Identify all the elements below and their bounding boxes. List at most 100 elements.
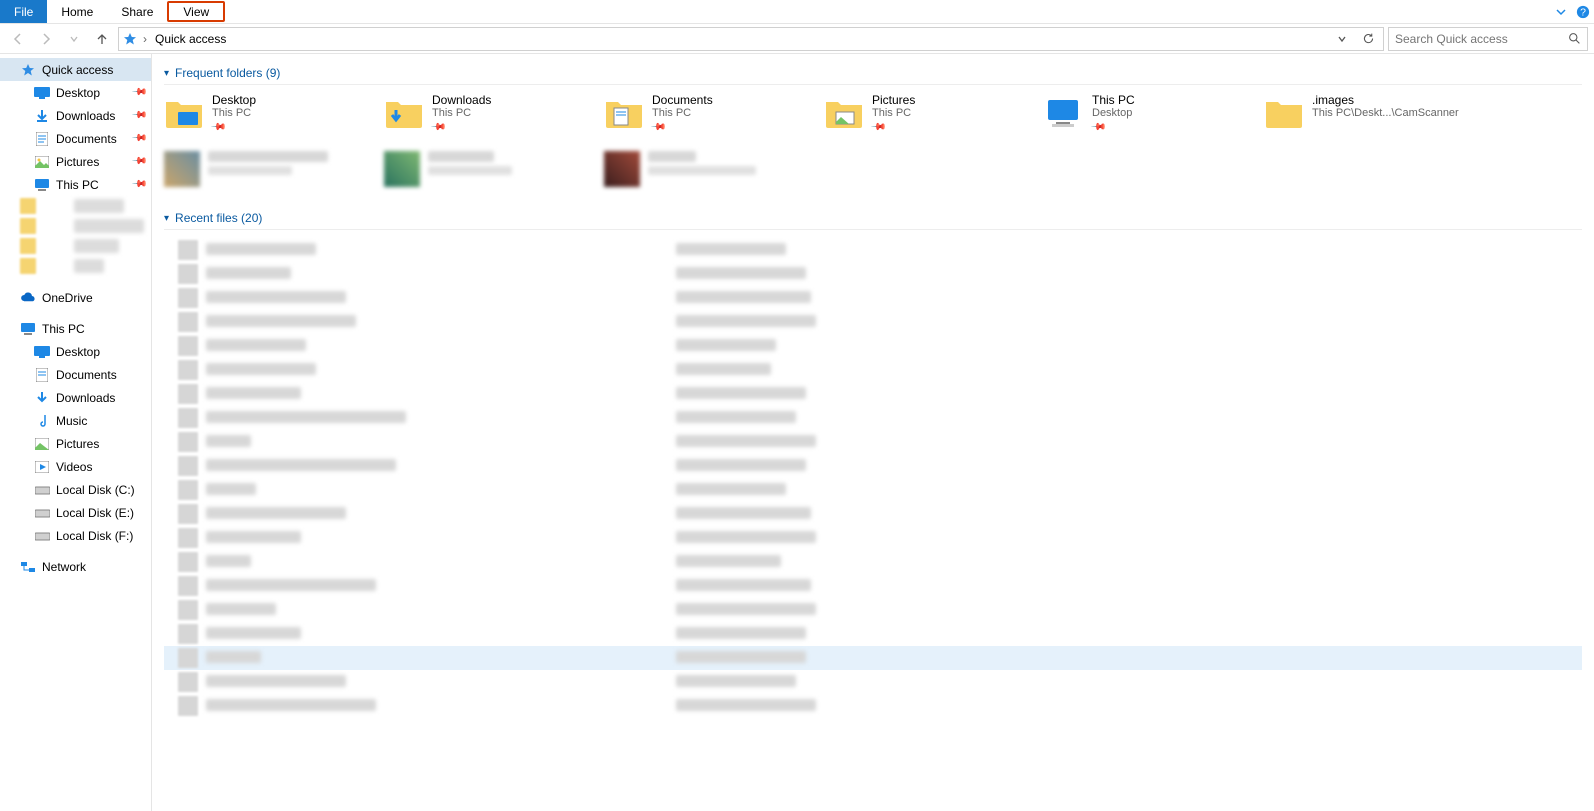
- file-name-redacted: [206, 387, 676, 402]
- pin-icon: 📌: [650, 119, 667, 136]
- folder-sub: This PC: [872, 107, 915, 119]
- file-icon: [178, 288, 198, 308]
- sidebar-item-videos[interactable]: Videos: [0, 455, 151, 478]
- refresh-icon[interactable]: [1357, 32, 1379, 45]
- frequent-folder-redacted[interactable]: [384, 151, 604, 187]
- recent-file-row[interactable]: [164, 310, 1582, 334]
- quick-access-star-icon: [123, 32, 137, 46]
- frequent-folder-redacted[interactable]: [604, 151, 824, 187]
- sidebar-item-downloads[interactable]: Downloads 📌: [0, 104, 151, 127]
- sidebar-item-redacted[interactable]: [0, 236, 151, 256]
- file-icon: [178, 576, 198, 596]
- sidebar-item-this-pc-pinned[interactable]: This PC 📌: [0, 173, 151, 196]
- recent-file-row[interactable]: [164, 694, 1582, 718]
- sidebar-item-redacted[interactable]: [0, 256, 151, 276]
- file-location-redacted: [676, 267, 806, 282]
- sidebar-item-desktop[interactable]: Desktop 📌: [0, 81, 151, 104]
- documents-icon: [34, 131, 50, 147]
- sidebar-item-disk-c[interactable]: Local Disk (C:): [0, 478, 151, 501]
- onedrive-icon: [20, 290, 36, 306]
- sidebar-item-documents[interactable]: Documents: [0, 363, 151, 386]
- sidebar-item-pictures[interactable]: Pictures 📌: [0, 150, 151, 173]
- forward-button[interactable]: [34, 27, 58, 51]
- file-name-redacted: [206, 411, 676, 426]
- folder-pictures-icon: [824, 93, 864, 133]
- recent-file-row[interactable]: [164, 526, 1582, 550]
- tab-share[interactable]: Share: [107, 0, 167, 23]
- sidebar-item-disk-f[interactable]: Local Disk (F:): [0, 524, 151, 547]
- section-frequent-folders[interactable]: ▾ Frequent folders (9): [164, 60, 1582, 85]
- sidebar-item-label: Music: [56, 414, 87, 428]
- recent-file-row[interactable]: [164, 286, 1582, 310]
- sidebar-item-pictures[interactable]: Pictures: [0, 432, 151, 455]
- file-name-redacted: [206, 435, 676, 450]
- file-location-redacted: [676, 435, 816, 450]
- tab-view[interactable]: View: [167, 1, 225, 22]
- recent-file-row[interactable]: [164, 358, 1582, 382]
- up-button[interactable]: [90, 27, 114, 51]
- content-pane: ▾ Frequent folders (9) DesktopThis PC📌 D…: [152, 54, 1594, 811]
- file-name-redacted: [206, 291, 676, 306]
- recent-file-row[interactable]: [164, 238, 1582, 262]
- search-input[interactable]: [1395, 32, 1568, 46]
- recent-file-row[interactable]: [164, 550, 1582, 574]
- recent-file-row[interactable]: [164, 670, 1582, 694]
- file-name-redacted: [206, 339, 676, 354]
- file-location-redacted: [676, 411, 796, 426]
- recent-file-row[interactable]: [164, 262, 1582, 286]
- recent-file-row[interactable]: [164, 502, 1582, 526]
- recent-file-row[interactable]: [164, 334, 1582, 358]
- sidebar-network[interactable]: Network: [0, 555, 151, 578]
- ribbon-collapse-icon[interactable]: [1550, 0, 1572, 23]
- tab-home[interactable]: Home: [47, 0, 107, 23]
- back-button[interactable]: [6, 27, 30, 51]
- recent-file-row[interactable]: [164, 478, 1582, 502]
- file-icon: [178, 456, 198, 476]
- address-bar[interactable]: › Quick access: [118, 27, 1384, 51]
- pin-icon: 📌: [130, 84, 147, 101]
- file-name-redacted: [206, 555, 676, 570]
- sidebar-quick-access[interactable]: Quick access: [0, 58, 151, 81]
- recent-locations-dropdown[interactable]: [62, 27, 86, 51]
- recent-file-row[interactable]: [164, 622, 1582, 646]
- frequent-folder-redacted[interactable]: [164, 151, 384, 187]
- sidebar-item-music[interactable]: Music: [0, 409, 151, 432]
- file-icon: [178, 240, 198, 260]
- section-recent-files[interactable]: ▾ Recent files (20): [164, 205, 1582, 230]
- sidebar-item-disk-e[interactable]: Local Disk (E:): [0, 501, 151, 524]
- recent-file-row[interactable]: [164, 454, 1582, 478]
- tab-file[interactable]: File: [0, 0, 47, 23]
- address-dropdown-icon[interactable]: [1331, 34, 1353, 44]
- this-pc-icon: [20, 321, 36, 337]
- sidebar-onedrive[interactable]: OneDrive: [0, 286, 151, 309]
- sidebar-item-desktop[interactable]: Desktop: [0, 340, 151, 363]
- sidebar-item-redacted[interactable]: [0, 196, 151, 216]
- sidebar-item-documents[interactable]: Documents 📌: [0, 127, 151, 150]
- frequent-folder-images[interactable]: .imagesThis PC\Deskt...\CamScanner: [1264, 93, 1484, 141]
- file-location-redacted: [676, 339, 776, 354]
- pictures-icon: [34, 154, 50, 170]
- sidebar-item-label: Pictures: [56, 437, 99, 451]
- help-icon[interactable]: ?: [1572, 0, 1594, 23]
- breadcrumb-location[interactable]: Quick access: [153, 32, 228, 46]
- frequent-folder-this-pc[interactable]: This PCDesktop📌: [1044, 93, 1264, 141]
- sidebar-this-pc[interactable]: This PC: [0, 317, 151, 340]
- sidebar-item-redacted[interactable]: [0, 216, 151, 236]
- frequent-folder-pictures[interactable]: PicturesThis PC📌: [824, 93, 1044, 141]
- recent-file-row[interactable]: [164, 406, 1582, 430]
- recent-file-row[interactable]: [164, 382, 1582, 406]
- search-box[interactable]: [1388, 27, 1588, 51]
- sidebar-item-downloads[interactable]: Downloads: [0, 386, 151, 409]
- frequent-folder-documents[interactable]: DocumentsThis PC📌: [604, 93, 824, 141]
- recent-file-row[interactable]: [164, 646, 1582, 670]
- sidebar-item-label: Local Disk (E:): [56, 506, 134, 520]
- search-icon[interactable]: [1568, 32, 1581, 45]
- recent-file-row[interactable]: [164, 430, 1582, 454]
- frequent-folder-downloads[interactable]: DownloadsThis PC📌: [384, 93, 604, 141]
- recent-file-row[interactable]: [164, 598, 1582, 622]
- music-icon: [34, 413, 50, 429]
- frequent-folder-desktop[interactable]: DesktopThis PC📌: [164, 93, 384, 141]
- chevron-down-icon: ▾: [164, 68, 169, 79]
- recent-file-row[interactable]: [164, 574, 1582, 598]
- file-name-redacted: [206, 531, 676, 546]
